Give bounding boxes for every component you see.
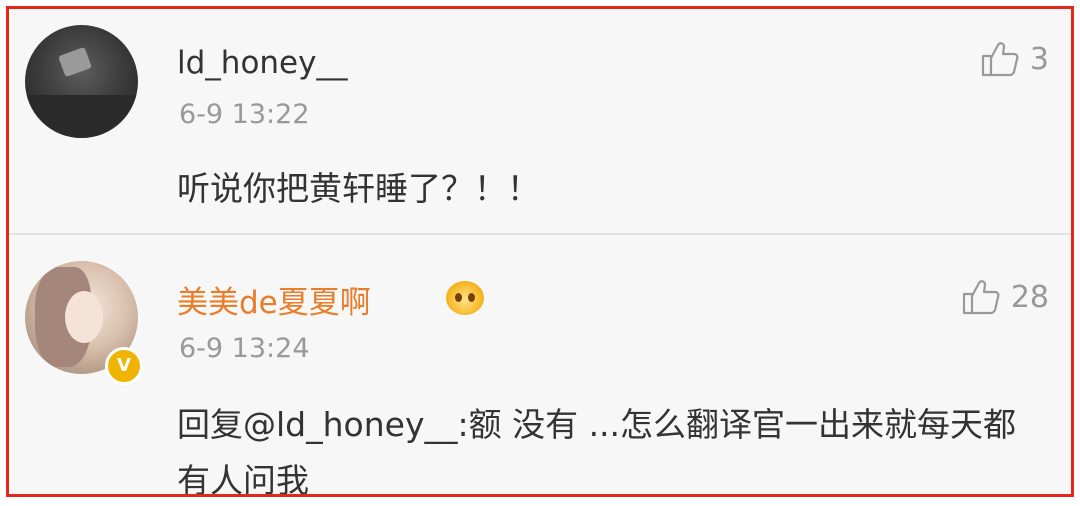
timestamp: 6-9 13:24 [179,333,310,364]
avatar-image-detail [58,46,92,78]
divider [9,233,1071,235]
avatar[interactable] [25,25,138,138]
verified-badge-icon: V [105,347,143,385]
comment-item: V 美美de夏夏啊 6-9 13:24 回复@ld_honey__:额 没有 .… [9,237,1071,497]
avatar-image-detail [25,95,138,138]
comment-text: 听说你把黄轩睡了？！！ [177,169,540,208]
comment-text: 回复@ld_honey__:额 没有 ...怎么翻译官一出来就每天都有人问我 [177,405,1017,497]
username[interactable]: ld_honey__ [177,45,347,81]
like-count: 28 [1010,279,1049,315]
vip-emoji-icon [446,281,484,315]
avatar-image-detail [65,291,103,343]
comment-item: ld_honey__ 6-9 13:22 听说你把黄轩睡了？！！ 3 [9,9,1071,233]
like-button[interactable]: 3 [980,39,1049,79]
like-button[interactable]: 28 [961,277,1049,317]
thumbs-up-icon [981,42,1019,77]
comment-list-frame: ld_honey__ 6-9 13:22 听说你把黄轩睡了？！！ 3 V 美美d… [6,6,1074,497]
timestamp: 6-9 13:22 [179,99,310,130]
thumbs-up-icon [962,280,1000,315]
username[interactable]: 美美de夏夏啊 [177,277,371,322]
like-count: 3 [1029,41,1049,77]
